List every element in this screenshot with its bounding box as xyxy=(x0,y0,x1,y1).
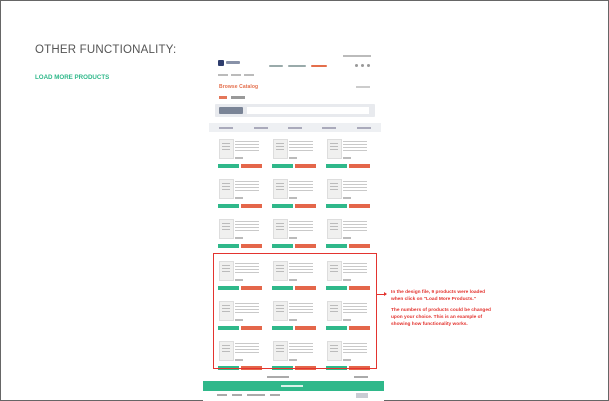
product-card[interactable] xyxy=(271,137,317,173)
annotation-note: In the design file, 9 products were load… xyxy=(391,290,497,334)
user-icon[interactable] xyxy=(361,64,364,67)
mockup-tag-row xyxy=(219,96,245,99)
mockup-footer-logo xyxy=(356,393,368,398)
details-button[interactable] xyxy=(218,164,239,168)
product-card[interactable] xyxy=(325,217,371,253)
details-button[interactable] xyxy=(272,164,293,168)
slide-heading: OTHER FUNCTIONALITY: xyxy=(35,44,177,56)
mockup-search-button[interactable] xyxy=(219,107,243,114)
details-button[interactable] xyxy=(326,164,347,168)
catalog-mockup: Browse Catalog xyxy=(203,43,384,401)
product-title[interactable] xyxy=(235,181,259,193)
product-thumbnail[interactable] xyxy=(219,219,234,239)
product-title[interactable] xyxy=(289,141,313,153)
details-button[interactable] xyxy=(218,244,239,248)
product-title[interactable] xyxy=(343,181,367,193)
product-card[interactable] xyxy=(325,177,371,213)
product-title[interactable] xyxy=(289,221,313,233)
pagination-link[interactable] xyxy=(354,376,368,378)
product-title[interactable] xyxy=(343,221,367,233)
mockup-nav xyxy=(269,65,327,68)
product-card[interactable] xyxy=(217,217,263,253)
nav-item[interactable] xyxy=(288,65,306,67)
mockup-page-title: Browse Catalog xyxy=(219,84,259,90)
search-icon[interactable] xyxy=(355,64,358,67)
mockup-footer xyxy=(217,394,280,396)
product-price xyxy=(235,197,243,199)
mockup-filter-bar xyxy=(209,123,381,132)
nav-item-active[interactable] xyxy=(311,65,327,67)
product-price xyxy=(343,157,351,159)
arrow-right-icon xyxy=(377,292,387,296)
filter-item[interactable] xyxy=(287,126,302,129)
load-more-link[interactable] xyxy=(267,376,289,378)
product-price xyxy=(235,237,243,239)
product-thumbnail[interactable] xyxy=(219,139,234,159)
nav-item[interactable] xyxy=(269,65,283,67)
load-more-row xyxy=(217,374,373,380)
product-thumbnail[interactable] xyxy=(273,179,288,199)
product-card[interactable] xyxy=(271,177,317,213)
product-card[interactable] xyxy=(217,177,263,213)
add-to-cart-button[interactable] xyxy=(295,244,316,248)
add-to-cart-button[interactable] xyxy=(241,204,262,208)
product-thumbnail[interactable] xyxy=(273,219,288,239)
product-price xyxy=(289,237,297,239)
mockup-logo[interactable] xyxy=(218,60,240,66)
product-card[interactable] xyxy=(325,137,371,173)
product-card[interactable] xyxy=(217,137,263,173)
product-price xyxy=(343,197,351,199)
mockup-search-input[interactable] xyxy=(247,107,369,114)
product-thumbnail[interactable] xyxy=(327,179,342,199)
annotation-line-1: In the design file, 9 products were load… xyxy=(391,290,486,302)
filter-item[interactable] xyxy=(219,126,234,129)
product-title[interactable] xyxy=(343,141,367,153)
product-price xyxy=(235,157,243,159)
details-button[interactable] xyxy=(326,244,347,248)
product-thumbnail[interactable] xyxy=(327,139,342,159)
product-card[interactable] xyxy=(271,217,317,253)
add-to-cart-button[interactable] xyxy=(295,164,316,168)
product-price xyxy=(289,197,297,199)
add-to-cart-button[interactable] xyxy=(241,244,262,248)
mockup-top-link[interactable] xyxy=(343,55,371,57)
product-thumbnail[interactable] xyxy=(273,139,288,159)
slide-subheading: LOAD MORE PRODUCTS xyxy=(35,74,110,81)
product-title[interactable] xyxy=(235,221,259,233)
mockup-header-icons xyxy=(355,64,370,67)
product-price xyxy=(289,157,297,159)
add-to-cart-button[interactable] xyxy=(349,244,370,248)
add-to-cart-button[interactable] xyxy=(241,164,262,168)
filter-item[interactable] xyxy=(253,126,268,129)
add-to-cart-button[interactable] xyxy=(295,204,316,208)
filter-item[interactable] xyxy=(356,126,371,129)
details-button[interactable] xyxy=(326,204,347,208)
add-to-cart-button[interactable] xyxy=(349,204,370,208)
filter-item[interactable] xyxy=(322,126,337,129)
product-thumbnail[interactable] xyxy=(327,219,342,239)
details-button[interactable] xyxy=(218,204,239,208)
add-to-cart-button[interactable] xyxy=(349,164,370,168)
product-thumbnail[interactable] xyxy=(219,179,234,199)
annotation-line-2: The numbers of products could be changed… xyxy=(391,308,491,327)
mockup-header xyxy=(215,53,375,71)
product-price xyxy=(343,237,351,239)
loaded-products-highlight xyxy=(213,253,377,369)
mockup-title-link[interactable] xyxy=(356,86,370,88)
product-title[interactable] xyxy=(289,181,313,193)
product-title[interactable] xyxy=(235,141,259,153)
cart-icon[interactable] xyxy=(367,64,370,67)
mockup-green-banner[interactable] xyxy=(203,381,384,391)
details-button[interactable] xyxy=(272,244,293,248)
details-button[interactable] xyxy=(272,204,293,208)
mockup-search-bar xyxy=(215,104,375,117)
breadcrumb xyxy=(218,74,254,76)
